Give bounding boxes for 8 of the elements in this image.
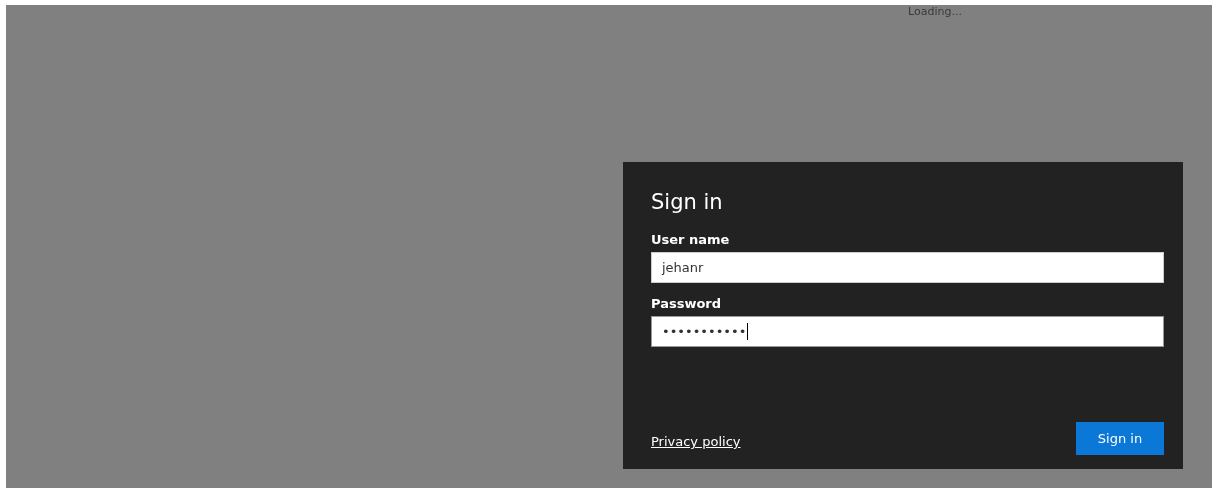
input-field[interactable]: jehanr xyxy=(651,252,1164,283)
sign-in-button[interactable]: Sign in xyxy=(1076,422,1164,455)
field-label: User name xyxy=(651,232,731,247)
field-label: Password xyxy=(651,296,723,311)
input-field[interactable]: ••••••••••• xyxy=(651,316,1164,347)
dialog-title: Sign in xyxy=(651,190,724,214)
privacy-policy-link[interactable]: Privacy policy xyxy=(651,434,741,449)
loading-text: Loading... xyxy=(908,5,962,19)
